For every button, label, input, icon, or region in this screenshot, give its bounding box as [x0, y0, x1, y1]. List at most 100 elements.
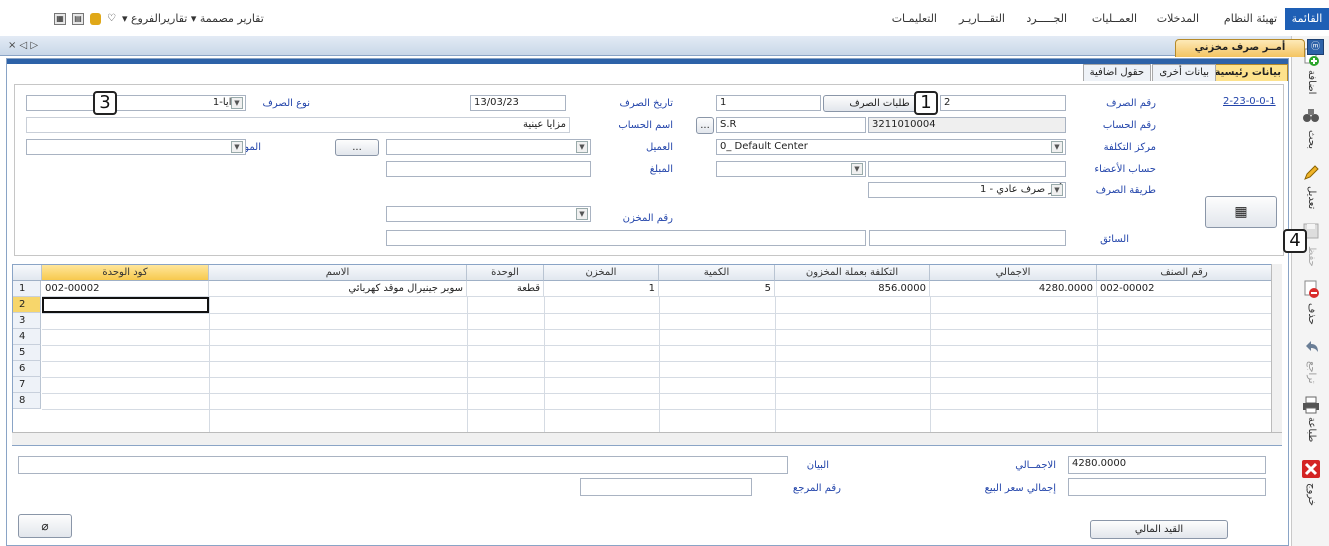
callout-1: 1	[914, 91, 938, 115]
cell-store[interactable]: 1	[544, 281, 659, 297]
cell-cost[interactable]: 856.0000	[775, 281, 930, 297]
account-sr-field[interactable]: S.R	[716, 117, 866, 133]
grid-corner	[13, 265, 42, 281]
issue-date-field[interactable]: 13/03/23	[470, 95, 566, 111]
reference-label: رقم المرجع	[792, 483, 841, 494]
cell-name[interactable]: سوبر جينيرال موقد كهربائي	[209, 281, 467, 297]
column-header-item-no[interactable]: رقم الصنف	[1097, 265, 1272, 281]
amount-field[interactable]	[386, 161, 591, 177]
row-number[interactable]: 5	[13, 345, 41, 361]
edit-button[interactable]: تعديل	[1292, 160, 1329, 216]
total-field[interactable]: 4280.0000	[1068, 456, 1266, 474]
column-header-quantity[interactable]: الكمية	[659, 265, 775, 281]
menu-item-system-setup[interactable]: تهيئة النظام	[1224, 12, 1277, 25]
tab-extra-fields[interactable]: حقول اضافية	[1082, 64, 1151, 81]
cell-item-no[interactable]: 002-00002	[1097, 281, 1272, 297]
warehouse-label: رقم المخزن	[622, 213, 673, 224]
menu-item-inventory[interactable]: الجـــــرد	[1026, 12, 1067, 25]
account-name-label: اسم الحساب	[618, 120, 673, 131]
cost-center-select[interactable]: 0_ Default Center	[716, 139, 1066, 155]
row-number[interactable]: 7	[13, 377, 41, 393]
close-icon	[1302, 460, 1320, 478]
exit-button[interactable]: خروج	[1292, 456, 1329, 512]
sale-total-label: إجمالي سعر البيع	[984, 483, 1056, 494]
items-grid[interactable]: كود الوحدة الاسم الوحدة المخزن الكمية ال…	[12, 264, 1282, 446]
column-header-total[interactable]: الاجمالي	[930, 265, 1097, 281]
driver-label: السائق	[1100, 234, 1129, 245]
account-no-field[interactable]: 3211010004	[868, 117, 1066, 133]
lock-icon[interactable]	[90, 12, 101, 25]
account-lookup-button[interactable]: ...	[696, 117, 714, 134]
document-code[interactable]: 2-23-0-0-1	[1223, 96, 1276, 107]
column-header-unit[interactable]: الوحدة	[467, 265, 544, 281]
window-icon[interactable]: ⓜ	[1307, 39, 1324, 55]
row-number[interactable]: 4	[13, 329, 41, 345]
row-number[interactable]: 3	[13, 313, 41, 329]
search-button[interactable]: بحث	[1292, 102, 1329, 158]
cell-quantity[interactable]: 5	[659, 281, 775, 297]
window-controls[interactable]: × ◁ ▷	[8, 40, 38, 51]
window-bar	[0, 36, 1291, 56]
column-header-cost[interactable]: التكلفة بعملة المخزون	[775, 265, 930, 281]
cell-unit[interactable]: قطعة	[467, 281, 544, 297]
callout-4: 4	[1283, 229, 1307, 253]
grid-horizontal-scrollbar[interactable]	[12, 432, 1282, 445]
column-header-unit-code[interactable]: كود الوحدة	[42, 265, 209, 281]
calendar-icon[interactable]: ▦	[54, 12, 66, 25]
row-number[interactable]: 1	[13, 281, 41, 297]
account-name-field[interactable]: مزايا عينية	[26, 117, 570, 133]
column-header-name[interactable]: الاسم	[209, 265, 467, 281]
supplier-select[interactable]	[26, 139, 246, 155]
requests-value-field[interactable]: 1	[716, 95, 821, 111]
tab-other-data[interactable]: بيانات أخرى	[1152, 64, 1216, 81]
statement-label: البيان	[806, 460, 829, 471]
binoculars-icon	[1303, 109, 1319, 122]
members-account-field[interactable]	[868, 161, 1066, 177]
print-button[interactable]: طباعة	[1292, 392, 1329, 448]
reports-shortcuts[interactable]: تقارير مصممة ▾ تقاريرالفروع ▾	[122, 12, 264, 25]
customer-lookup-button[interactable]: ...	[335, 139, 379, 156]
delete-button[interactable]: حذف	[1292, 276, 1329, 332]
calculator-icon[interactable]: ▤	[72, 12, 84, 25]
journal-entry-button[interactable]: القيد المالي	[1090, 520, 1228, 539]
menu-item-instructions[interactable]: التعليمـات	[892, 12, 937, 25]
menu-item-inputs[interactable]: المدخلات	[1157, 12, 1199, 25]
undo-button[interactable]: تراجع	[1292, 334, 1329, 390]
account-no-label: رقم الحساب	[1102, 120, 1156, 131]
members-account-select[interactable]	[716, 161, 866, 177]
tab-main-data[interactable]: بيانات رئيسية	[1207, 64, 1288, 81]
driver-field[interactable]	[869, 230, 1066, 246]
attachment-button[interactable]: ⌀	[18, 514, 72, 538]
grid-vertical-scrollbar[interactable]	[1271, 264, 1282, 432]
chevron-down-icon[interactable]: ▼	[576, 208, 588, 220]
cell-unit-code[interactable]: 002-00002	[42, 281, 209, 297]
issue-method-select[interactable]: أمر صرف عادي - 1	[868, 182, 1066, 198]
chevron-down-icon[interactable]: ▼	[851, 163, 863, 175]
menu-item-list[interactable]: القائمة	[1285, 8, 1329, 30]
chevron-down-icon[interactable]: ▼	[1051, 184, 1063, 196]
warehouse-select[interactable]	[386, 206, 591, 222]
row-number[interactable]: 8	[13, 393, 41, 409]
customer-select[interactable]	[386, 139, 591, 155]
active-cell[interactable]	[42, 297, 209, 313]
row-number[interactable]: 6	[13, 361, 41, 377]
issue-method-label: طريقة الصرف	[1095, 185, 1156, 196]
driver-name-field[interactable]	[386, 230, 866, 246]
statement-field[interactable]	[18, 456, 788, 474]
row-number[interactable]: 2	[13, 297, 41, 313]
chevron-down-icon[interactable]: ▼	[576, 141, 588, 153]
chevron-down-icon[interactable]: ▼	[231, 141, 243, 153]
column-header-store[interactable]: المخزن	[544, 265, 659, 281]
heart-icon[interactable]: ♡	[107, 13, 116, 24]
issue-no-field[interactable]: 2	[940, 95, 1066, 111]
chevron-down-icon[interactable]: ▼	[1051, 141, 1063, 153]
menu-item-operations[interactable]: العمــليات	[1092, 12, 1137, 25]
reference-field[interactable]	[580, 478, 752, 496]
grid-view-button[interactable]: ▦	[1205, 196, 1277, 228]
sale-total-field[interactable]	[1068, 478, 1266, 496]
issue-type-select[interactable]: هدايا-1	[26, 95, 246, 111]
menu-item-reports[interactable]: التقـــاريـر	[959, 12, 1005, 25]
chevron-down-icon[interactable]: ▼	[231, 97, 243, 109]
cell-total[interactable]: 4280.0000	[930, 281, 1097, 297]
window-tab-issue-order[interactable]: أمــر صرف مخزني	[1175, 39, 1305, 57]
